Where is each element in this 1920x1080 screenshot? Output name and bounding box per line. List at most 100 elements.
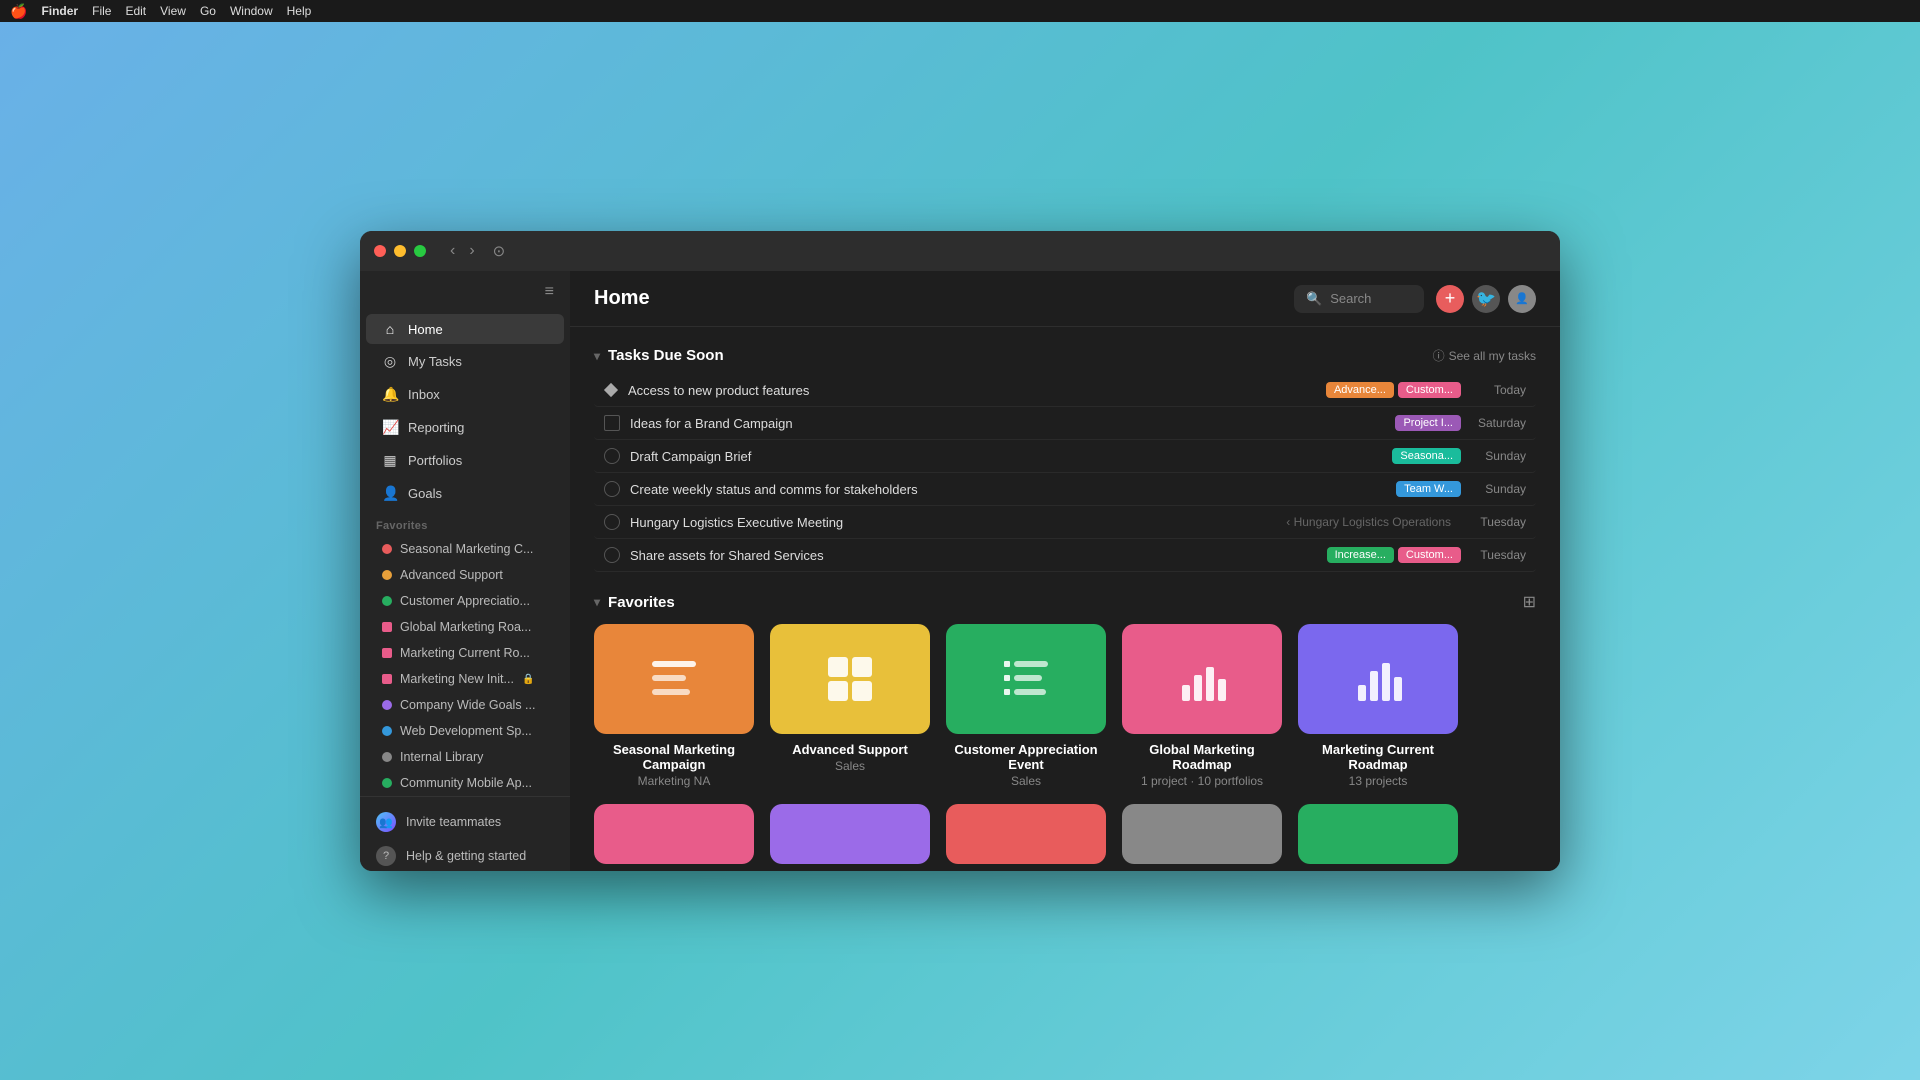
info-icon: ⓘ	[1433, 347, 1445, 364]
search-bar[interactable]: 🔍 Search	[1294, 285, 1424, 313]
tag-team: Team W...	[1396, 481, 1461, 497]
finder-menu[interactable]: Finder	[41, 4, 78, 18]
search-icon: 🔍	[1306, 291, 1322, 307]
task-circle-icon	[604, 481, 620, 497]
sidebar-item-seasonal[interactable]: Seasonal Marketing C...	[366, 537, 564, 561]
customer-dot	[382, 596, 392, 606]
list-item[interactable]	[946, 804, 1106, 864]
community-dot	[382, 778, 392, 788]
marketing-new-bar-icon	[382, 674, 392, 684]
sidebar-item-company-goals[interactable]: Company Wide Goals ...	[366, 693, 564, 717]
sidebar-item-community[interactable]: Community Mobile Ap...	[366, 771, 564, 795]
sidebar-item-advanced-support[interactable]: Advanced Support	[366, 563, 564, 587]
sidebar-item-customer[interactable]: Customer Appreciatio...	[366, 589, 564, 613]
inbox-icon: 🔔	[382, 386, 398, 403]
top-bar: Home 🔍 Search + 🐦 👤	[570, 271, 1560, 327]
task-name: Hungary Logistics Executive Meeting	[630, 515, 1272, 530]
lock-icon: 🔒	[522, 674, 534, 685]
edit-menu[interactable]: Edit	[125, 4, 146, 18]
bottom-cards-row	[594, 804, 1536, 864]
task-name: Draft Campaign Brief	[630, 449, 1382, 464]
invite-icon: 👥	[376, 812, 396, 832]
sidebar-item-portfolios[interactable]: ▦ Portfolios	[366, 445, 564, 476]
help-item[interactable]: ? Help & getting started	[366, 839, 564, 871]
avatar-bird[interactable]: 🐦	[1472, 285, 1500, 313]
back-button[interactable]: ‹	[446, 240, 459, 262]
grid-toggle-button[interactable]: ⊞	[1523, 592, 1536, 612]
task-name: Ideas for a Brand Campaign	[630, 416, 1385, 431]
list-item[interactable]: Seasonal Marketing Campaign Marketing NA	[594, 624, 754, 788]
forward-button[interactable]: ›	[465, 240, 478, 262]
sidebar-item-web[interactable]: Web Development Sp...	[366, 719, 564, 743]
tasks-section-title[interactable]: ▾ Tasks Due Soon	[594, 347, 724, 364]
avatar-user[interactable]: 👤	[1508, 285, 1536, 313]
task-circle-icon	[604, 547, 620, 563]
collapse-sidebar-button[interactable]: ≡	[545, 283, 554, 301]
seasonal-card-sub: Marketing NA	[594, 774, 754, 788]
maximize-button[interactable]	[414, 245, 426, 257]
task-date: Sunday	[1471, 482, 1526, 496]
table-row[interactable]: Access to new product features Advance..…	[594, 374, 1536, 407]
task-circle-icon	[604, 448, 620, 464]
favorites-cards-grid: Seasonal Marketing Campaign Marketing NA	[594, 624, 1536, 788]
task-date: Tuesday	[1471, 548, 1526, 562]
close-button[interactable]	[374, 245, 386, 257]
tag-project: Project I...	[1395, 415, 1461, 431]
see-all-tasks-link[interactable]: ⓘ See all my tasks	[1433, 347, 1536, 364]
sidebar-item-global[interactable]: Global Marketing Roa...	[366, 615, 564, 639]
sidebar-item-internal-library[interactable]: Internal Library	[366, 745, 564, 769]
favorites-section: ▾ Favorites ⊞	[594, 592, 1536, 864]
list-item[interactable]: Customer Appreciation Event Sales	[946, 624, 1106, 788]
top-actions: + 🐦 👤	[1436, 285, 1536, 313]
seasonal-card-icon	[594, 624, 754, 734]
customer-card-sub: Sales	[946, 774, 1106, 788]
table-row[interactable]: Ideas for a Brand Campaign Project I... …	[594, 407, 1536, 440]
content-area: ▾ Tasks Due Soon ⓘ See all my tasks Acce…	[570, 327, 1560, 871]
global-marketing-card-sub: 1 project · 10 portfolios	[1122, 774, 1282, 788]
tag-increase: Increase...	[1327, 547, 1394, 563]
web-dot	[382, 726, 392, 736]
view-menu[interactable]: View	[160, 4, 186, 18]
global-marketing-card-name: Global Marketing Roadmap	[1122, 742, 1282, 772]
list-item[interactable]: Advanced Support Sales	[770, 624, 930, 788]
file-menu[interactable]: File	[92, 4, 111, 18]
sidebar-item-marketing-current[interactable]: Marketing Current Ro...	[366, 641, 564, 665]
table-row[interactable]: Share assets for Shared Services Increas…	[594, 539, 1536, 572]
history-button[interactable]: ⊙	[493, 242, 506, 260]
global-bar-icon	[382, 622, 392, 632]
favorites-section-label: Favorites	[360, 510, 570, 536]
list-item[interactable]	[594, 804, 754, 864]
sidebar-item-marketing-new[interactable]: Marketing New Init... 🔒	[366, 667, 564, 691]
sidebar-item-goals[interactable]: 👤 Goals	[366, 478, 564, 509]
advanced-support-card-name: Advanced Support	[770, 742, 930, 757]
add-button[interactable]: +	[1436, 285, 1464, 313]
advanced-support-dot	[382, 570, 392, 580]
tag-seasonal: Seasona...	[1392, 448, 1461, 464]
sidebar-item-reporting[interactable]: 📈 Reporting	[366, 412, 564, 443]
invite-teammates-item[interactable]: 👥 Invite teammates	[366, 805, 564, 839]
task-date: Sunday	[1471, 449, 1526, 463]
window-menu[interactable]: Window	[230, 4, 273, 18]
sidebar-item-inbox[interactable]: 🔔 Inbox	[366, 379, 564, 410]
tag-advance: Advance...	[1326, 382, 1394, 398]
tag-custom: Custom...	[1398, 382, 1461, 398]
minimize-button[interactable]	[394, 245, 406, 257]
sidebar-item-my-tasks[interactable]: ◎ My Tasks	[366, 346, 564, 377]
go-menu[interactable]: Go	[200, 4, 216, 18]
company-goals-dot	[382, 700, 392, 710]
list-item[interactable]	[1298, 804, 1458, 864]
list-item[interactable]: Global Marketing Roadmap 1 project · 10 …	[1122, 624, 1282, 788]
help-menu[interactable]: Help	[287, 4, 312, 18]
table-row[interactable]: Hungary Logistics Executive Meeting ‹ Hu…	[594, 506, 1536, 539]
task-box-icon	[604, 415, 620, 431]
favorites-section-title[interactable]: ▾ Favorites	[594, 594, 675, 611]
list-item[interactable]: Marketing Current Roadmap 13 projects	[1298, 624, 1458, 788]
sidebar-item-home[interactable]: ⌂ Home	[366, 314, 564, 344]
customer-card-icon	[946, 624, 1106, 734]
sidebar: ≡ ⌂ Home ◎ My Tasks 🔔 Inbox 📈 Reporting …	[360, 271, 570, 871]
table-row[interactable]: Create weekly status and comms for stake…	[594, 473, 1536, 506]
list-item[interactable]	[770, 804, 930, 864]
marketing-current-card-sub: 13 projects	[1298, 774, 1458, 788]
table-row[interactable]: Draft Campaign Brief Seasona... Sunday	[594, 440, 1536, 473]
list-item[interactable]	[1122, 804, 1282, 864]
